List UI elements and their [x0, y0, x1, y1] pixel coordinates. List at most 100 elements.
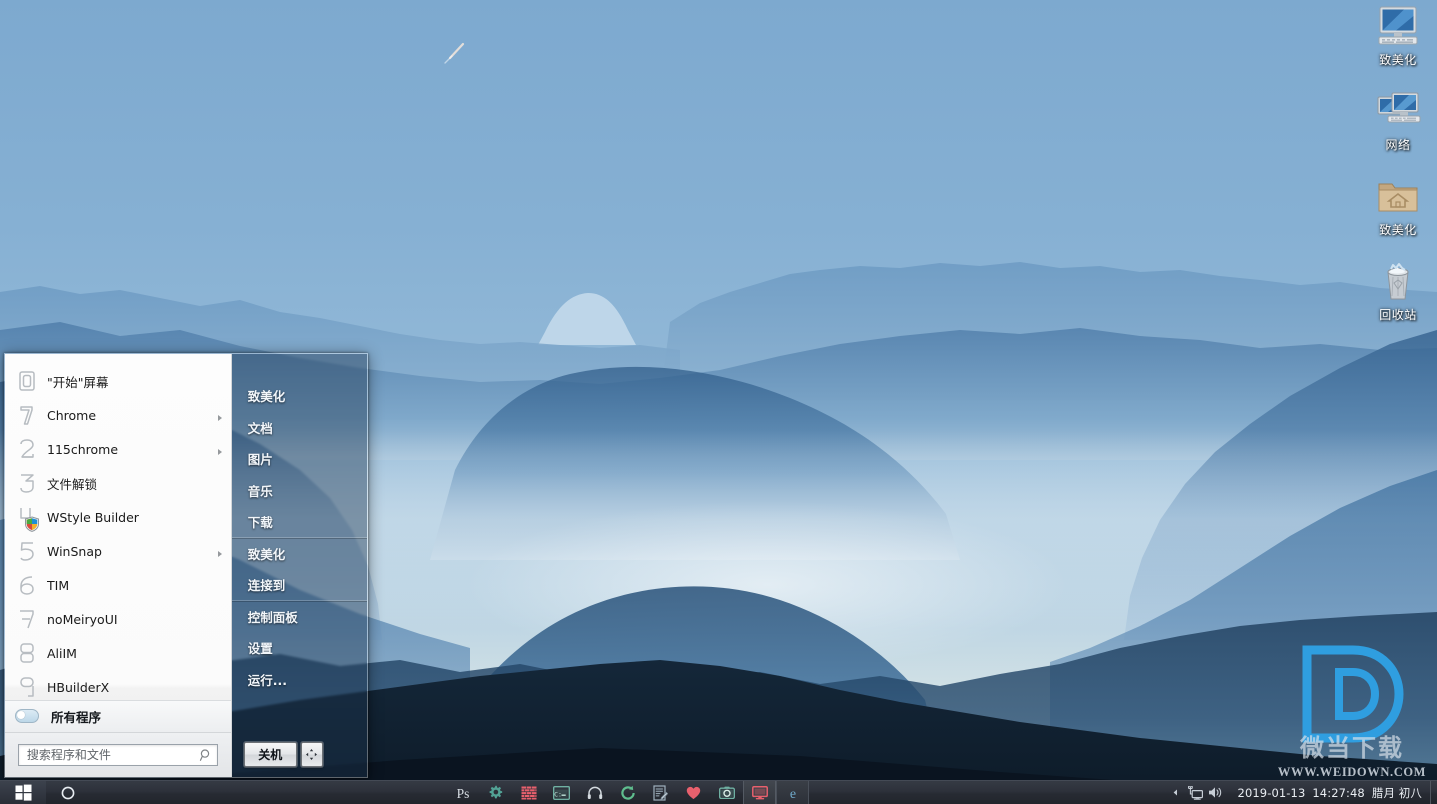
edge-icon: e	[790, 787, 796, 801]
desktop-icon-grid: 致美化 网络 致美化 回收站	[1359, 0, 1437, 344]
start-menu-item-label: 文件解锁	[47, 476, 98, 492]
folder-home-icon	[1378, 183, 1418, 212]
search-icon	[199, 748, 213, 762]
start-menu-place-downloads[interactable]: 下载	[231, 506, 367, 538]
start-menu-item-label: Chrome	[47, 407, 97, 423]
toggle-icon	[15, 709, 39, 724]
all-programs-button[interactable]: 所有程序	[5, 699, 231, 732]
taskbar-app-sync[interactable]	[611, 781, 644, 804]
start-menu-item-label: TIM	[47, 577, 70, 593]
start-menu-place-pictures[interactable]: 图片	[232, 443, 367, 475]
taskbar-app-edge[interactable]: e	[776, 781, 810, 804]
start-menu-place-zhimeihua-2[interactable]: 致美化	[232, 538, 367, 570]
start-menu-item-aliim[interactable]: AliIM	[5, 636, 231, 670]
show-desktop-button[interactable]	[1430, 781, 1437, 804]
desktop-icon-recycle-bin[interactable]: 回收站	[1361, 259, 1435, 322]
chevron-up-icon	[1173, 789, 1178, 796]
shutdown-button[interactable]: 关机	[243, 741, 297, 767]
taskbar-app-console[interactable]: C:	[545, 781, 578, 804]
headphones-icon	[587, 786, 602, 799]
clock-date: 2019-01-13	[1237, 785, 1306, 800]
start-menu-item-start-screen[interactable]: "开始"屏幕	[5, 364, 231, 398]
start-menu-item-hbuilderx[interactable]: HBuilderX	[5, 670, 231, 700]
camera-icon	[718, 786, 735, 799]
network-button[interactable]	[1186, 781, 1206, 804]
desktop-icon-computer[interactable]: 致美化	[1361, 4, 1435, 67]
desktop[interactable]: 致美化 网络 致美化 回收站 微当下载 WWW.WEIDOWN.COM "开始"…	[0, 0, 1437, 804]
gear-icon	[489, 785, 503, 799]
console-icon: C:	[553, 785, 571, 800]
search-box[interactable]	[17, 743, 218, 766]
chevron-right-icon	[215, 444, 225, 455]
svg-text:C:: C:	[554, 790, 562, 798]
start-menu-place-run[interactable]: 运行...	[232, 664, 367, 696]
start-button[interactable]	[0, 781, 46, 804]
start-menu-right-pane: 致美化 文档 图片 音乐 下载 致美化 连接到 控制面板 设置 运行... 关机	[231, 354, 367, 777]
start-menu-item-label: "开始"屏幕	[47, 374, 109, 390]
digit-8-icon	[15, 641, 39, 665]
start-menu-place-zhimeihua-1[interactable]: 致美化	[232, 380, 367, 412]
digit-3-icon	[15, 471, 39, 495]
desktop-icon-label: 网络	[1385, 138, 1411, 152]
start-menu-item-115chrome[interactable]: 115chrome	[5, 432, 231, 466]
start-menu-item-label: WinSnap	[47, 543, 102, 559]
start-menu-place-music[interactable]: 音乐	[232, 475, 367, 507]
shield-overlay-icon	[25, 516, 39, 532]
taskbar-app-display[interactable]	[743, 781, 777, 804]
digit-0-icon	[15, 369, 39, 393]
show-hidden-icons-button[interactable]	[1166, 781, 1186, 804]
photoshop-icon: Ps	[456, 786, 469, 801]
digit-6-icon	[15, 573, 39, 597]
taskbar-app-headphones[interactable]	[578, 781, 611, 804]
taskbar-app-photoshop[interactable]: Ps	[446, 781, 479, 804]
desktop-icon-user-folder[interactable]: 致美化	[1361, 174, 1435, 237]
search-button[interactable]	[46, 781, 90, 804]
start-menu-left-pane: "开始"屏幕 Chrome 115chrome 文件解锁 WStyle Buil…	[5, 354, 232, 777]
search-input[interactable]	[26, 747, 199, 762]
desktop-icon-network[interactable]: 网络	[1361, 89, 1435, 152]
taskbar-app-settings[interactable]	[479, 781, 512, 804]
all-programs-label: 所有程序	[51, 709, 102, 725]
start-menu-item-label: HBuilderX	[47, 679, 110, 695]
heart-icon	[687, 786, 701, 799]
digit-4-icon	[15, 505, 39, 532]
start-menu-power-area: 关机	[232, 731, 367, 777]
start-menu-place-documents[interactable]: 文档	[232, 412, 367, 444]
volume-button[interactable]	[1206, 781, 1226, 804]
taskbar[interactable]: Ps C: e 2019-01-13 14:27:48 腊月 初八	[0, 780, 1437, 804]
start-menu-item-nomeiryoui[interactable]: noMeiryoUI	[5, 602, 231, 636]
start-menu-program-list: "开始"屏幕 Chrome 115chrome 文件解锁 WStyle Buil…	[5, 354, 231, 700]
chevron-right-icon	[215, 546, 225, 557]
svg-text:e: e	[790, 787, 796, 801]
svg-text:Ps: Ps	[456, 786, 469, 801]
taskbar-app-firewall[interactable]	[512, 781, 545, 804]
clock-time: 14:27:48	[1312, 785, 1365, 800]
start-menu-item-label: WStyle Builder	[47, 509, 139, 525]
start-menu-place-connect-to[interactable]: 连接到	[231, 569, 367, 601]
start-menu-item-file-unlock[interactable]: 文件解锁	[5, 466, 231, 500]
power-options-arrow-button[interactable]	[300, 741, 323, 767]
start-menu-item-tim[interactable]: TIM	[5, 568, 231, 602]
digit-2-icon	[15, 437, 39, 461]
taskbar-app-camera[interactable]	[710, 781, 743, 804]
start-menu-item-winsnap[interactable]: WinSnap	[5, 534, 231, 568]
clock[interactable]: 2019-01-13 14:27:48 腊月 初八	[1232, 785, 1430, 801]
start-menu-item-chrome[interactable]: Chrome	[5, 398, 231, 432]
digit-5-icon	[15, 539, 39, 563]
network-icon	[1377, 92, 1421, 123]
start-menu-place-settings[interactable]: 设置	[232, 632, 367, 664]
system-tray	[1166, 781, 1232, 804]
start-menu[interactable]: "开始"屏幕 Chrome 115chrome 文件解锁 WStyle Buil…	[4, 353, 368, 778]
windows-logo-icon	[15, 784, 31, 801]
start-menu-place-control-panel[interactable]: 控制面板	[232, 601, 367, 633]
taskbar-app-notepad[interactable]	[644, 781, 677, 804]
recycle-bin-icon	[1387, 263, 1409, 300]
desktop-icon-label: 致美化	[1379, 223, 1417, 237]
digit-9-icon	[15, 675, 39, 699]
start-menu-item-wstyle-builder[interactable]: WStyle Builder	[5, 500, 231, 534]
desktop-icon-label: 回收站	[1379, 308, 1417, 322]
clock-lunar-date: 腊月 初八	[1371, 785, 1422, 800]
notepad-icon	[653, 784, 669, 801]
taskbar-app-favorites[interactable]	[677, 781, 710, 804]
digit-1-icon	[15, 403, 39, 427]
